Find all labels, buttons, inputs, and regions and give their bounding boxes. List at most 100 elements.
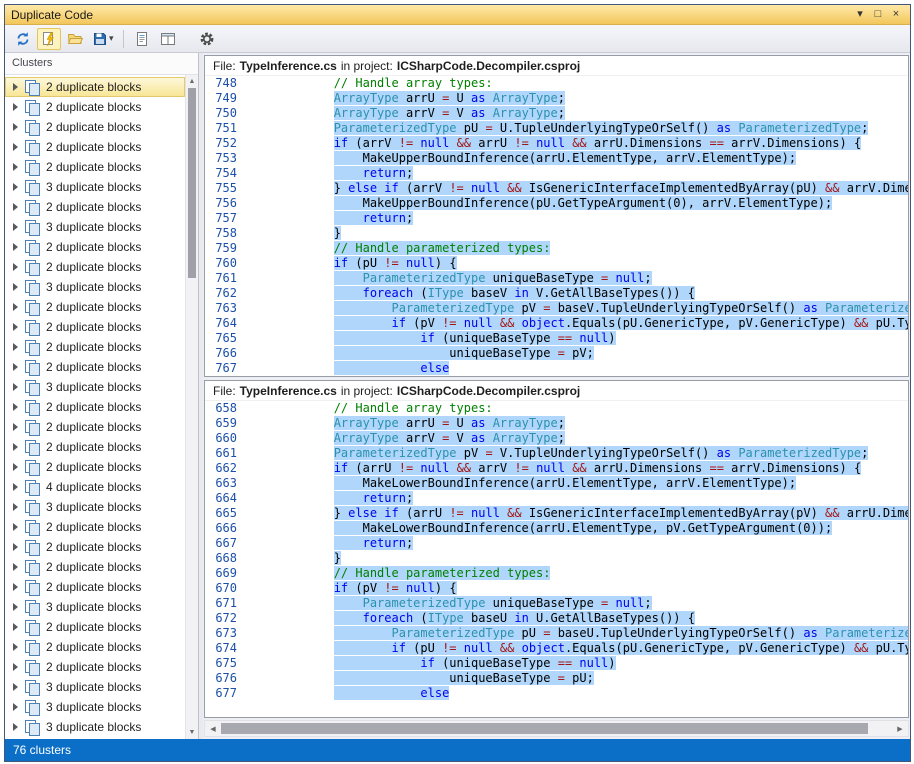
expand-arrow-icon[interactable] — [13, 183, 18, 191]
scroll-left-icon[interactable]: ◀ — [205, 721, 221, 736]
duplicate-blocks-icon — [25, 600, 40, 615]
cluster-item[interactable]: 2 duplicate blocks — [5, 617, 185, 637]
expand-arrow-icon[interactable] — [13, 223, 18, 231]
cluster-item[interactable]: 2 duplicate blocks — [5, 537, 185, 557]
expand-arrow-icon[interactable] — [13, 543, 18, 551]
scroll-up-icon[interactable]: ▲ — [186, 75, 198, 88]
expand-arrow-icon[interactable] — [13, 343, 18, 351]
compare-layout-button[interactable] — [156, 28, 180, 50]
scrollbar-track[interactable] — [186, 278, 198, 726]
scrollbar-thumb[interactable] — [188, 88, 196, 278]
cluster-item[interactable]: 2 duplicate blocks — [5, 397, 185, 417]
cluster-item[interactable]: 2 duplicate blocks — [5, 577, 185, 597]
chevron-down-icon[interactable]: ▾ — [109, 33, 114, 44]
cluster-item[interactable]: 2 duplicate blocks — [5, 77, 185, 97]
cluster-item[interactable]: 2 duplicate blocks — [5, 437, 185, 457]
cluster-item[interactable]: 3 duplicate blocks — [5, 597, 185, 617]
cluster-item[interactable]: 2 duplicate blocks — [5, 637, 185, 657]
scrollbar-thumb[interactable] — [221, 723, 868, 734]
open-folder-button[interactable] — [63, 28, 87, 50]
cluster-item[interactable]: 3 duplicate blocks — [5, 217, 185, 237]
cluster-item[interactable]: 3 duplicate blocks — [5, 277, 185, 297]
cluster-item[interactable]: 2 duplicate blocks — [5, 97, 185, 117]
expand-arrow-icon[interactable] — [13, 563, 18, 571]
expand-arrow-icon[interactable] — [13, 103, 18, 111]
cluster-item[interactable]: 2 duplicate blocks — [5, 337, 185, 357]
expand-arrow-icon[interactable] — [13, 323, 18, 331]
duplicate-blocks-icon — [25, 400, 40, 415]
cluster-item[interactable]: 3 duplicate blocks — [5, 177, 185, 197]
analyze-button[interactable] — [37, 28, 61, 50]
cluster-label: 3 duplicate blocks — [46, 180, 141, 194]
expand-arrow-icon[interactable] — [13, 303, 18, 311]
cluster-item[interactable]: 2 duplicate blocks — [5, 157, 185, 177]
scroll-right-icon[interactable]: ▶ — [892, 721, 908, 736]
expand-arrow-icon[interactable] — [13, 423, 18, 431]
expand-arrow-icon[interactable] — [13, 523, 18, 531]
expand-arrow-icon[interactable] — [13, 703, 18, 711]
cluster-item[interactable]: 3 duplicate blocks — [5, 717, 185, 737]
expand-arrow-icon[interactable] — [13, 663, 18, 671]
window-menu-button[interactable]: ▾ — [852, 7, 868, 23]
cluster-item[interactable]: 3 duplicate blocks — [5, 697, 185, 717]
expand-arrow-icon[interactable] — [13, 403, 18, 411]
cluster-item[interactable]: 2 duplicate blocks — [5, 317, 185, 337]
cluster-item[interactable]: 2 duplicate blocks — [5, 257, 185, 277]
window-float-button[interactable]: □ — [870, 7, 886, 23]
expand-arrow-icon[interactable] — [13, 603, 18, 611]
cluster-item[interactable]: 3 duplicate blocks — [5, 377, 185, 397]
cluster-item[interactable]: 2 duplicate blocks — [5, 137, 185, 157]
duplicate-blocks-icon — [25, 620, 40, 635]
expand-arrow-icon[interactable] — [13, 363, 18, 371]
expand-arrow-icon[interactable] — [13, 163, 18, 171]
report-button[interactable] — [130, 28, 154, 50]
expand-arrow-icon[interactable] — [13, 483, 18, 491]
expand-arrow-icon[interactable] — [13, 643, 18, 651]
expand-arrow-icon[interactable] — [13, 463, 18, 471]
window-close-button[interactable]: × — [888, 7, 904, 23]
expand-arrow-icon[interactable] — [13, 263, 18, 271]
expand-arrow-icon[interactable] — [13, 583, 18, 591]
cluster-item[interactable]: 2 duplicate blocks — [5, 517, 185, 537]
cluster-item[interactable]: 2 duplicate blocks — [5, 117, 185, 137]
cluster-item[interactable]: 2 duplicate blocks — [5, 417, 185, 437]
cluster-item[interactable]: 3 duplicate blocks — [5, 677, 185, 697]
cluster-item[interactable]: 2 duplicate blocks — [5, 237, 185, 257]
cluster-item[interactable]: 2 duplicate blocks — [5, 357, 185, 377]
refresh-button[interactable] — [11, 28, 35, 50]
cluster-item[interactable]: 2 duplicate blocks — [5, 657, 185, 677]
expand-arrow-icon[interactable] — [13, 723, 18, 731]
code-panel-bottom: File: TypeInference.cs in project: ICSha… — [204, 380, 909, 718]
expand-arrow-icon[interactable] — [13, 503, 18, 511]
title-bar[interactable]: Duplicate Code ▾ □ × — [5, 5, 910, 25]
code-editor[interactable]: 748 // Handle array types:749 ArrayType … — [205, 76, 908, 376]
cluster-item[interactable]: 2 duplicate blocks — [5, 297, 185, 317]
cluster-item[interactable]: 2 duplicate blocks — [5, 197, 185, 217]
expand-arrow-icon[interactable] — [13, 283, 18, 291]
cluster-item[interactable]: 3 duplicate blocks — [5, 497, 185, 517]
cluster-item[interactable]: 4 duplicate blocks — [5, 477, 185, 497]
expand-arrow-icon[interactable] — [13, 83, 18, 91]
expand-arrow-icon[interactable] — [13, 143, 18, 151]
horizontal-scrollbar[interactable]: ◀ ▶ — [204, 720, 909, 737]
expand-arrow-icon[interactable] — [13, 203, 18, 211]
cluster-item[interactable]: 2 duplicate blocks — [5, 457, 185, 477]
expand-arrow-icon[interactable] — [13, 243, 18, 251]
settings-button[interactable] — [195, 28, 219, 50]
duplicate-blocks-icon — [25, 340, 40, 355]
sidebar-scrollbar[interactable]: ▲ ▼ — [185, 75, 198, 739]
expand-arrow-icon[interactable] — [13, 683, 18, 691]
scroll-down-icon[interactable]: ▼ — [186, 726, 198, 739]
duplicate-blocks-icon — [25, 140, 40, 155]
expand-arrow-icon[interactable] — [13, 623, 18, 631]
expand-arrow-icon[interactable] — [13, 383, 18, 391]
scrollbar-track[interactable] — [868, 721, 892, 736]
cluster-item[interactable]: 2 duplicate blocks — [5, 557, 185, 577]
code-editor[interactable]: 658 // Handle array types:659 ArrayType … — [205, 401, 908, 717]
save-button[interactable]: ▾ — [89, 28, 117, 50]
lightning-document-icon — [41, 31, 57, 47]
code-compare-area: File: TypeInference.cs in project: ICSha… — [203, 53, 910, 739]
expand-arrow-icon[interactable] — [13, 123, 18, 131]
expand-arrow-icon[interactable] — [13, 443, 18, 451]
line-number: 665 — [205, 506, 247, 521]
